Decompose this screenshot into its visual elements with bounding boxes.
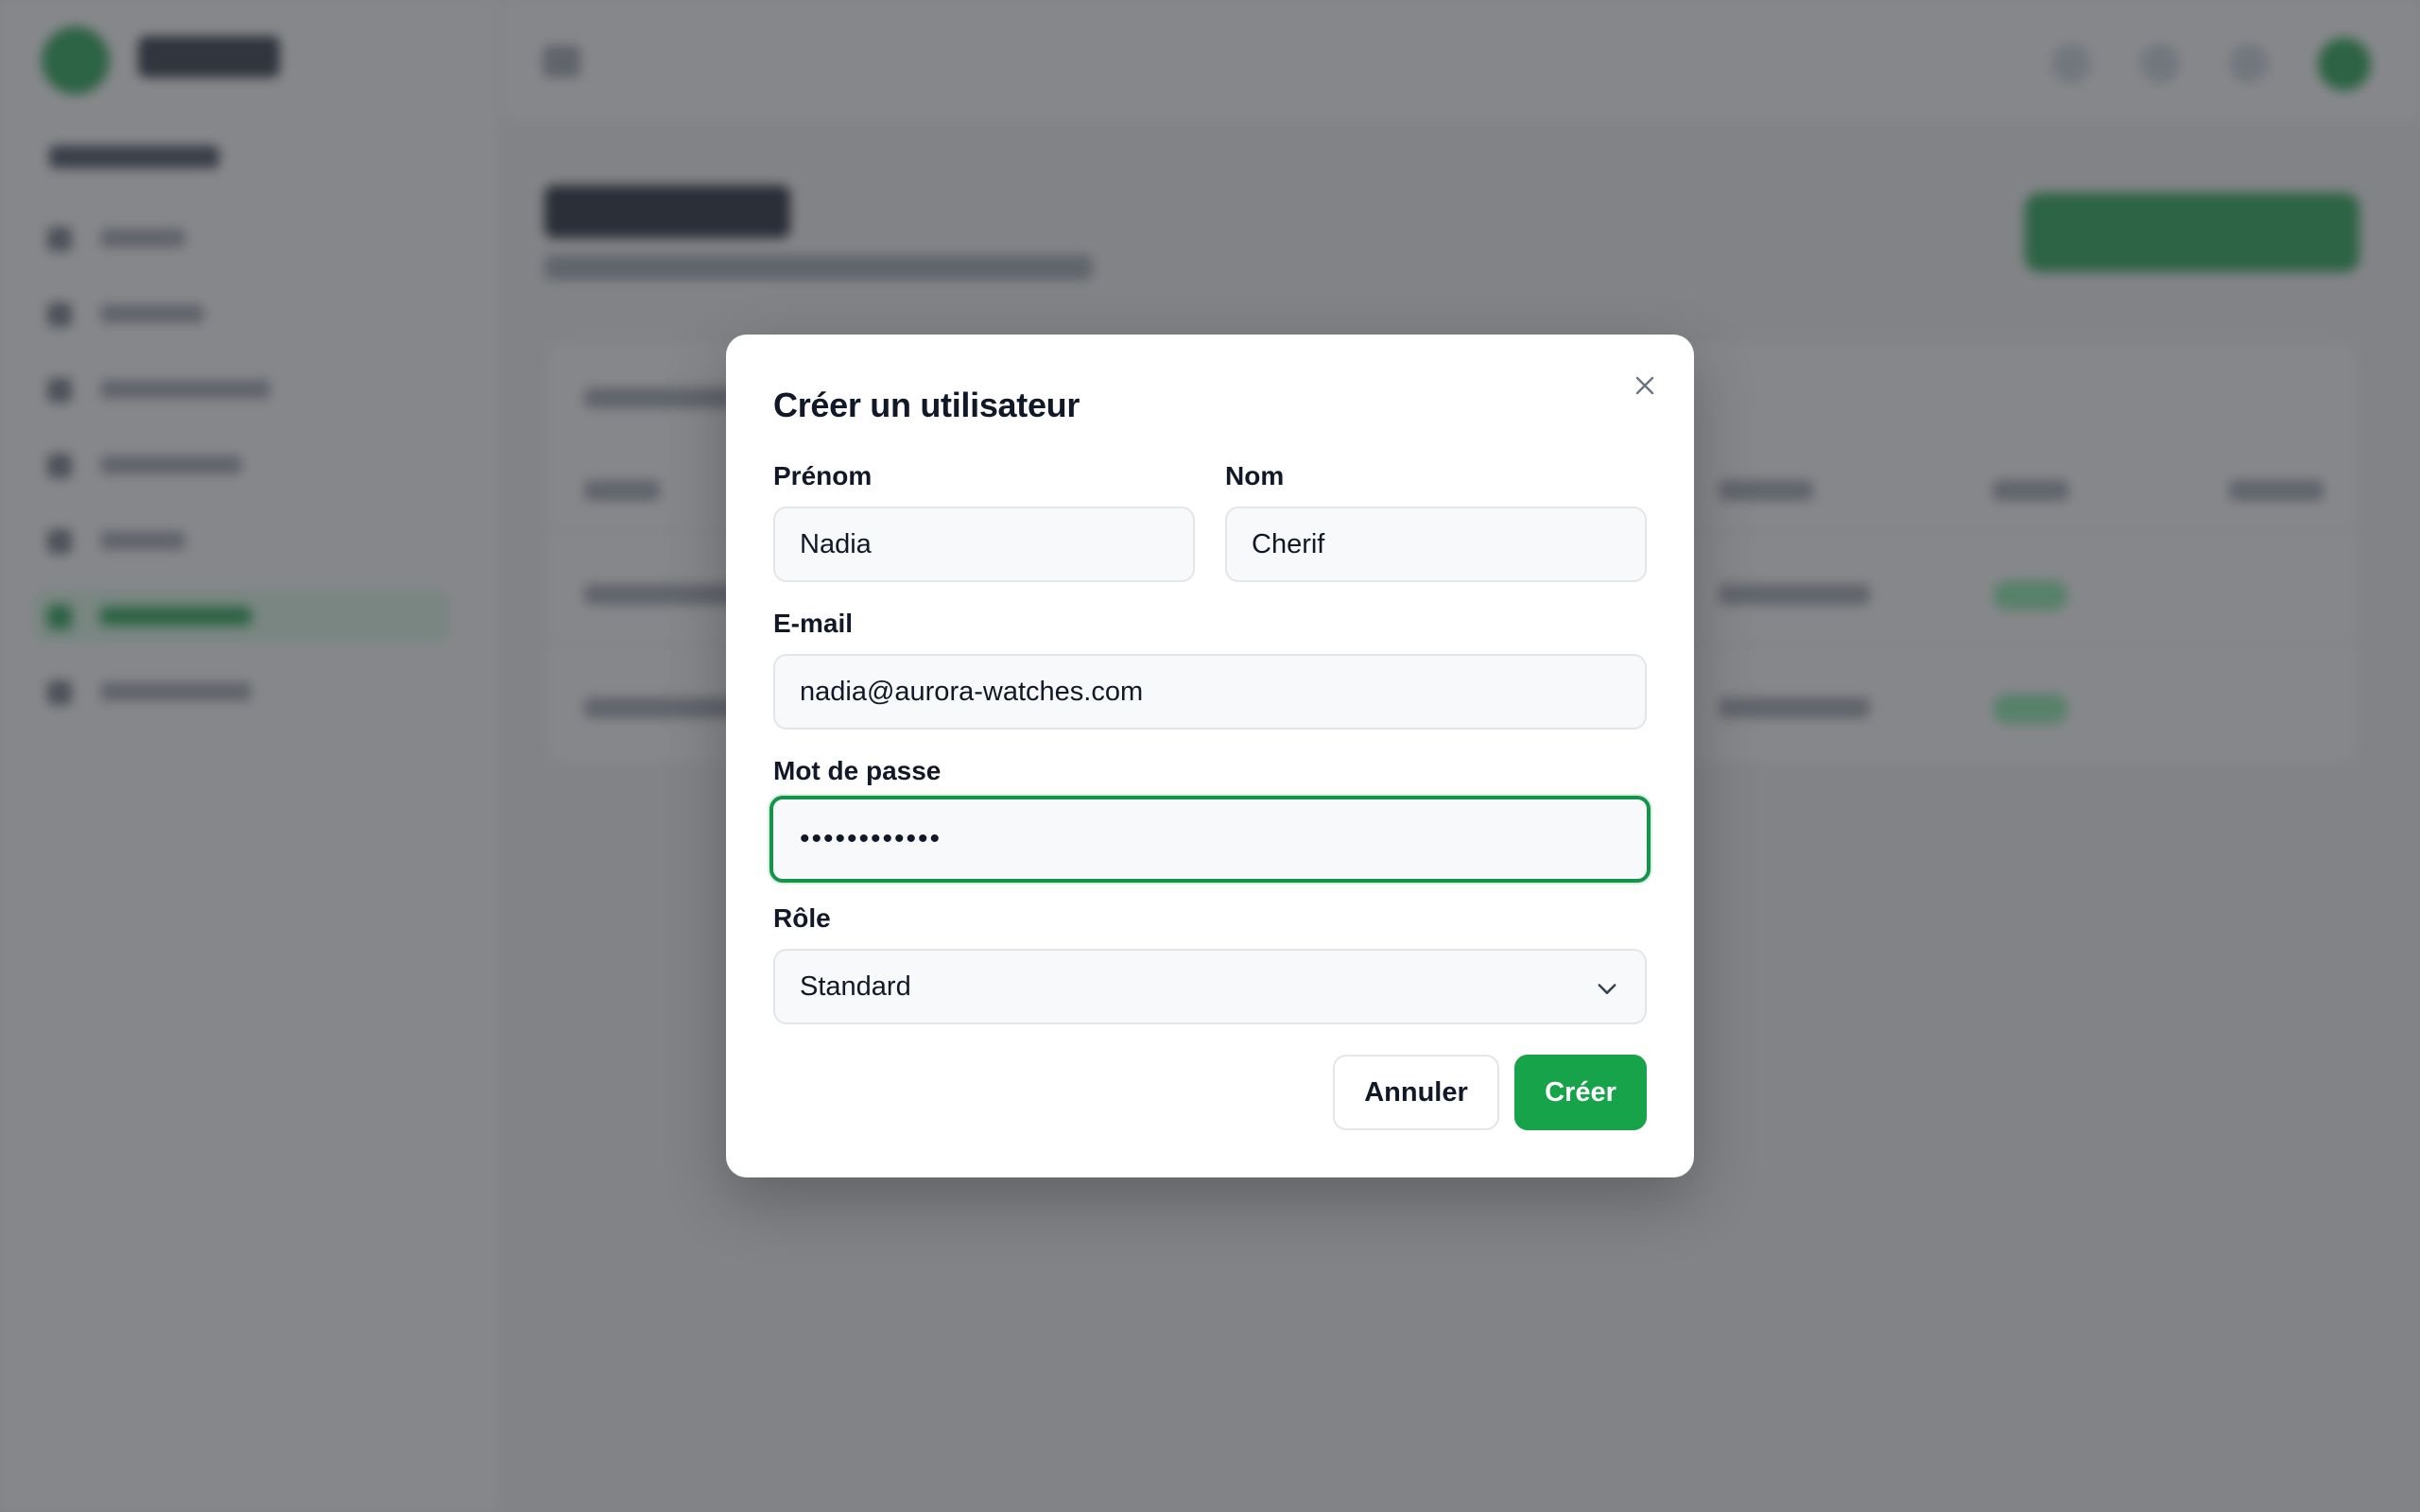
- last-name-value: Cherif: [1252, 528, 1325, 559]
- role-select[interactable]: Standard: [773, 949, 1647, 1024]
- close-button[interactable]: [1624, 365, 1666, 406]
- dialog-title: Créer un utilisateur: [773, 386, 1080, 424]
- cancel-button[interactable]: Annuler: [1333, 1055, 1499, 1130]
- email-value: nadia@aurora-watches.com: [800, 676, 1144, 707]
- password-masked-value: ••••••••••••: [800, 823, 942, 854]
- email-input[interactable]: nadia@aurora-watches.com: [773, 654, 1647, 730]
- last-name-input[interactable]: Cherif: [1225, 507, 1647, 582]
- create-user-dialog: Créer un utilisateur Prénom Nadia Nom Ch…: [726, 335, 1694, 1177]
- role-label: Rôle: [773, 903, 831, 933]
- chevron-down-icon: [1598, 984, 1616, 994]
- email-label: E-mail: [773, 609, 854, 638]
- close-icon: [1635, 376, 1654, 395]
- password-label: Mot de passe: [773, 756, 942, 785]
- role-selected-value: Standard: [800, 971, 911, 1002]
- password-input[interactable]: ••••••••••••: [769, 796, 1651, 883]
- first-name-label: Prénom: [773, 461, 873, 490]
- create-button[interactable]: Créer: [1514, 1055, 1647, 1130]
- first-name-value: Nadia: [800, 528, 872, 559]
- first-name-input[interactable]: Nadia: [773, 507, 1195, 582]
- last-name-label: Nom: [1225, 461, 1285, 490]
